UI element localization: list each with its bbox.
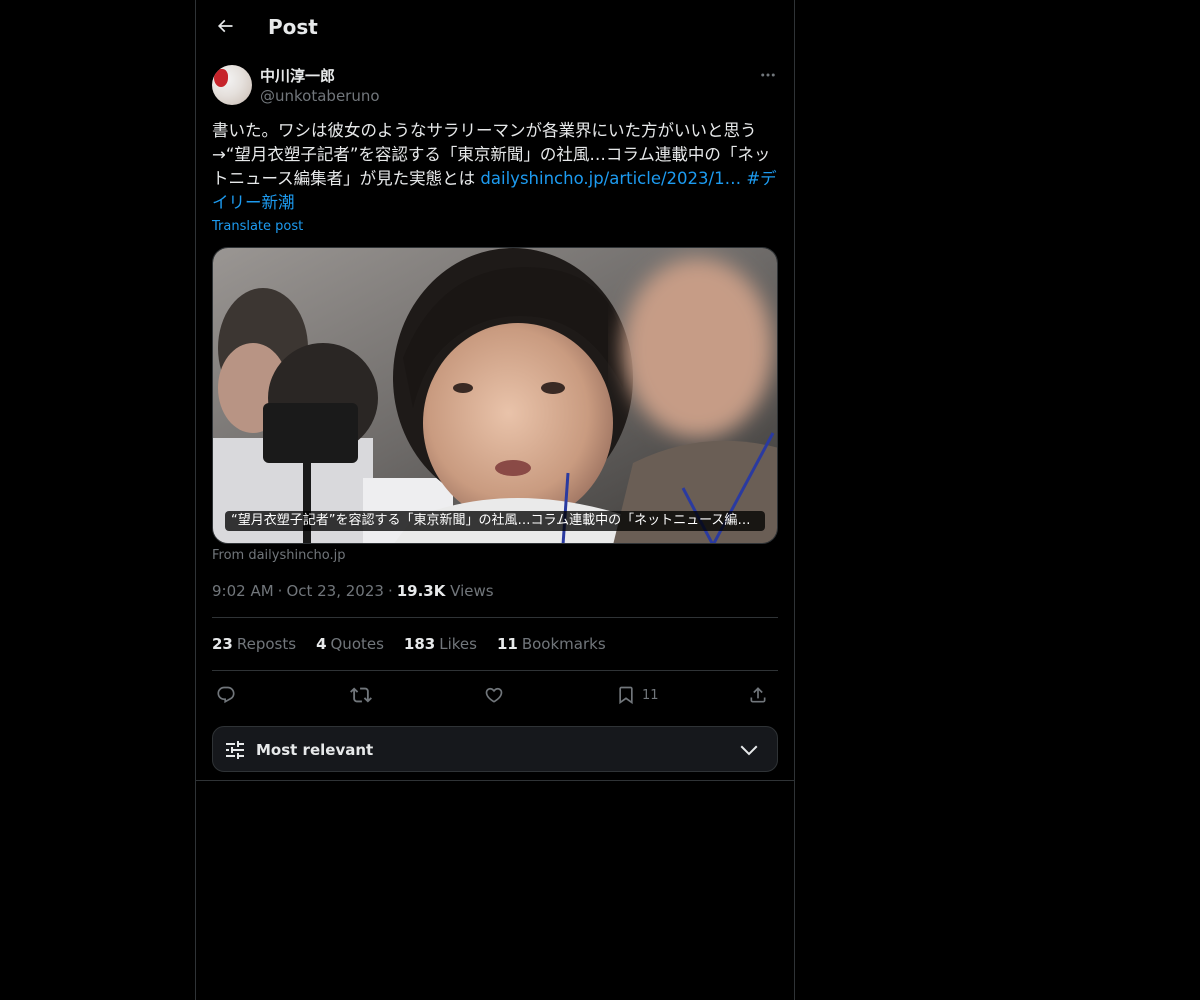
bookmark-icon — [619, 686, 633, 705]
reposts-stat[interactable]: 23 Reposts — [212, 634, 296, 654]
share-button[interactable] — [748, 681, 768, 709]
reply-icon — [217, 686, 235, 704]
likes-count: 183 — [403, 635, 436, 653]
bookmarks-label: Bookmarks — [521, 635, 606, 653]
author-display-name[interactable]: 中川淳一郎 — [260, 66, 335, 86]
views-count: 19.3K — [396, 582, 446, 600]
card-image — [213, 248, 777, 543]
reply-sort-selector[interactable]: Most relevant — [212, 726, 778, 772]
more-horizontal-icon — [761, 73, 775, 77]
page-title: Post — [268, 15, 318, 39]
card-source[interactable]: From dailyshincho.jp — [212, 548, 345, 564]
likes-label: Likes — [439, 635, 477, 653]
article-link[interactable]: dailyshincho.jp/article/2023/1… — [480, 169, 741, 188]
arrow-left-icon — [217, 19, 233, 33]
engagement-stats: 23 Reposts 4 Quotes 183 Likes 11 Bookmarks — [212, 634, 626, 654]
divider — [212, 617, 778, 618]
bookmark-button[interactable]: 11 — [616, 681, 659, 709]
section-divider — [196, 780, 794, 781]
bookmarks-count: 11 — [496, 635, 518, 653]
bookmark-count: 11 — [642, 687, 659, 703]
avatar-image-detail — [214, 69, 228, 87]
sort-label: Most relevant — [256, 741, 374, 759]
heart-icon — [485, 687, 503, 703]
repost-icon — [350, 687, 372, 703]
post-meta: 9:02 AM · Oct 23, 2023 · 19.3K Views — [212, 581, 494, 601]
like-button[interactable] — [484, 681, 504, 709]
reply-button[interactable] — [216, 681, 236, 709]
bookmarks-stat[interactable]: 11 Bookmarks — [497, 634, 606, 654]
author-handle[interactable]: @unkotaberuno — [260, 86, 380, 106]
post-date[interactable]: Oct 23, 2023 — [286, 582, 384, 600]
quotes-count: 4 — [316, 635, 327, 653]
action-bar: 11 — [212, 681, 778, 709]
quotes-label: Quotes — [330, 635, 384, 653]
sliders-icon — [226, 741, 244, 759]
primary-column: Post 中川淳一郎 @unkotaberuno 書いた。ワシは彼女のようなサラ… — [195, 0, 795, 1000]
more-options-button[interactable] — [756, 64, 780, 86]
link-card[interactable]: “望月衣塑子記者”を容認する「東京新聞」の社風…コラム連載中の「ネットニュース編… — [212, 247, 778, 544]
meta-separator: · — [387, 582, 393, 600]
header: Post — [196, 0, 794, 53]
translate-post-link[interactable]: Translate post — [212, 218, 303, 236]
tweet-text: 書いた。ワシは彼女のようなサラリーマンが各業界にいた方がいいと思う→“望月衣塑子… — [212, 119, 778, 215]
chevron-down-icon — [740, 745, 758, 756]
reposts-count: 23 — [212, 635, 233, 653]
meta-separator: · — [277, 582, 283, 600]
views-label: Views — [450, 582, 494, 600]
reposts-label: Reposts — [236, 635, 297, 653]
back-button[interactable] — [208, 9, 242, 43]
post-time[interactable]: 9:02 AM — [212, 582, 274, 600]
quotes-stat[interactable]: 4 Quotes — [316, 634, 384, 654]
likes-stat[interactable]: 183 Likes — [404, 634, 477, 654]
divider — [212, 670, 778, 671]
repost-button[interactable] — [350, 681, 372, 709]
share-icon — [750, 687, 766, 703]
avatar[interactable] — [212, 65, 252, 105]
card-caption: “望月衣塑子記者”を容認する「東京新聞」の社風…コラム連載中の「ネットニュース編… — [225, 511, 765, 531]
